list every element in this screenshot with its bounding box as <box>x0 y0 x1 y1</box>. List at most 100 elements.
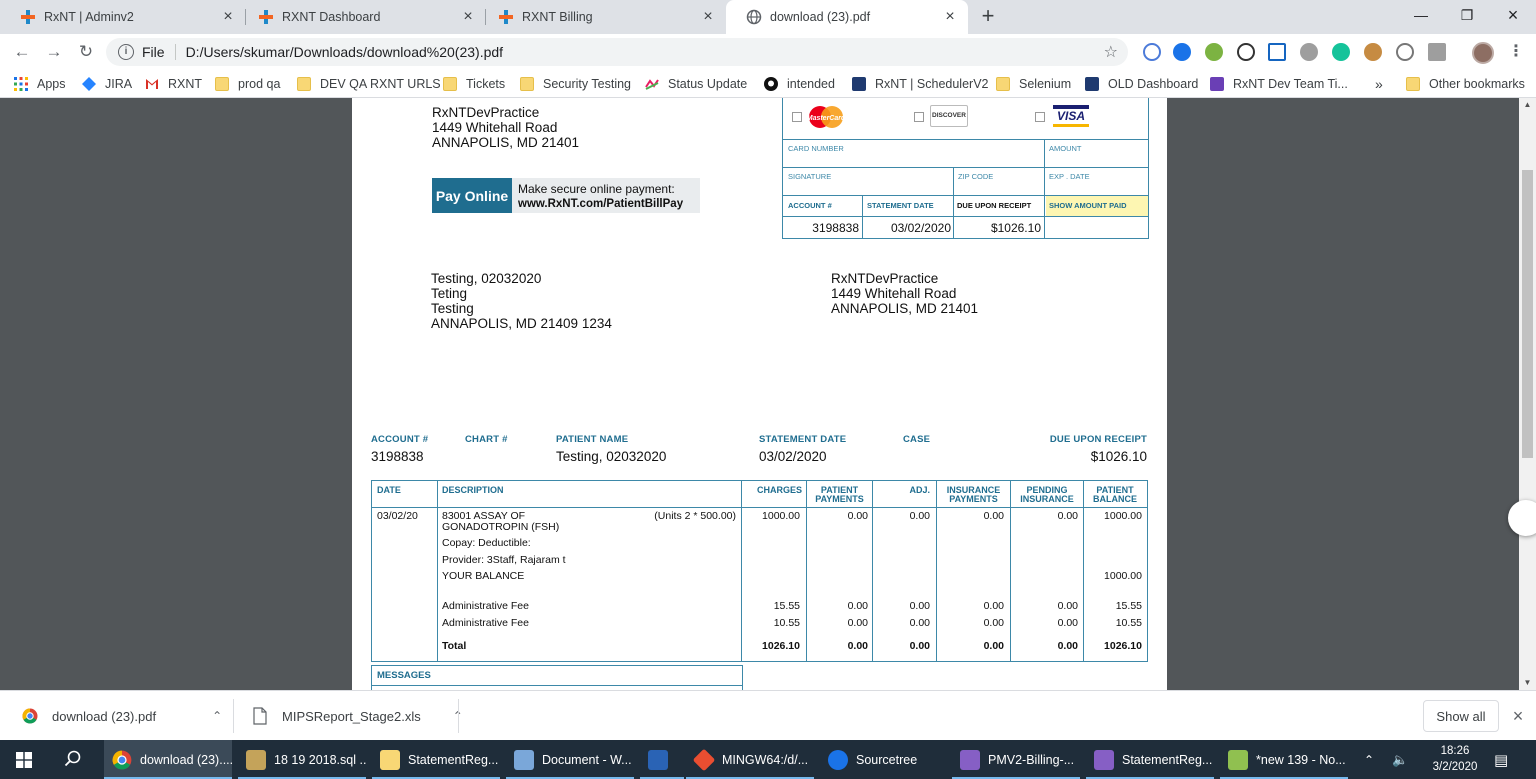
bookmark-intended[interactable]: intended <box>764 76 835 92</box>
android-extension-icon[interactable] <box>1205 43 1223 61</box>
bookmark-star-icon[interactable]: ☆ <box>1104 42 1118 62</box>
tab-adminv2[interactable]: RxNT | Adminv2 × <box>0 0 246 34</box>
bookmark-security-testing[interactable]: Security Testing <box>520 76 631 92</box>
windows-start-icon[interactable] <box>16 752 32 768</box>
bookmarks-overflow-chevron-icon[interactable]: » <box>1375 76 1383 92</box>
close-shelf-icon[interactable]: × <box>1508 706 1528 726</box>
pay-online-label: Pay Online <box>432 178 512 213</box>
visual-studio-icon <box>1094 749 1114 770</box>
taskbar-mingw[interactable]: MINGW64:/d/... <box>686 740 814 779</box>
patient-address: Testing, 02032020 Teting Testing ANNAPOL… <box>431 271 612 331</box>
bookmarks-bar: Apps JIRA RXNT prod qa DEV QA RXNT URLS … <box>0 70 1536 98</box>
taskbar-clock[interactable]: 18:26 3/2/2020 <box>1422 743 1488 775</box>
search-icon[interactable] <box>64 750 82 768</box>
mastercard-logo-icon: MasterCard <box>807 106 846 128</box>
taskbar-vs-pmv2[interactable]: PMV2-Billing-... <box>952 740 1080 779</box>
folder-icon <box>520 77 534 91</box>
back-arrow-icon[interactable]: ← <box>10 40 34 64</box>
info-icon[interactable]: i <box>118 44 134 60</box>
taskbar-chrome[interactable]: download (23).... <box>104 740 232 779</box>
mastercard-checkbox[interactable] <box>792 112 802 122</box>
bookmark-dev-team[interactable]: RxNT Dev Team Ti... <box>1210 76 1348 92</box>
folder-icon <box>215 77 229 91</box>
download-item-pdf[interactable]: download (23).pdf ⌃ <box>22 691 222 741</box>
pay-online-url: www.RxNT.com/PatientBillPay <box>518 198 684 210</box>
checkbox-extension-icon[interactable] <box>1268 43 1286 61</box>
windows-taskbar: download (23).... 18 19 2018.sql ... Sta… <box>0 740 1536 779</box>
taskbar-sql[interactable]: 18 19 2018.sql ... <box>238 740 366 779</box>
bookmark-jira[interactable]: JIRA <box>82 76 132 92</box>
taskbar-powershell[interactable] <box>640 740 684 779</box>
taskbar-vs-statementreg[interactable]: StatementReg... <box>1086 740 1214 779</box>
forward-arrow-icon[interactable]: → <box>42 40 66 64</box>
ledger-table: DATE DESCRIPTION CHARGES PATIENT PAYMENTS… <box>371 480 1148 662</box>
taskbar-statementreg-folder[interactable]: StatementReg... <box>372 740 500 779</box>
visa-checkbox[interactable] <box>1035 112 1045 122</box>
download-item-xls[interactable]: MIPSReport_Stage2.xls ⌃ <box>252 691 463 741</box>
summary-patient-name: Testing, 02032020 <box>556 449 667 464</box>
menu-kebab-icon[interactable]: ⋮ <box>1508 42 1524 62</box>
profile-avatar[interactable] <box>1472 42 1494 64</box>
taskbar-word-document[interactable]: Document - W... <box>506 740 634 779</box>
stub-account-number: 3198838 <box>812 221 859 235</box>
tab-pdf[interactable]: download (23).pdf × <box>726 0 968 34</box>
chrome-icon <box>112 750 132 769</box>
address-bar[interactable]: i File D:/Users/skumar/Downloads/downloa… <box>106 38 1128 66</box>
extension-icon[interactable] <box>1237 43 1255 61</box>
grammarly-icon[interactable] <box>1332 43 1350 61</box>
summary-account-number: 3198838 <box>371 449 424 464</box>
bookmark-prod-qa[interactable]: prod qa <box>215 76 280 92</box>
close-icon[interactable]: × <box>460 9 476 25</box>
list-icon <box>1210 77 1224 91</box>
minimize-icon[interactable]: — <box>1398 0 1444 30</box>
bookmark-rxnt[interactable]: RXNT <box>145 76 202 92</box>
globe-icon <box>746 9 762 25</box>
new-tab-button[interactable]: + <box>976 5 1000 29</box>
scroll-up-icon[interactable]: ▲ <box>1519 98 1536 112</box>
extension-icon[interactable] <box>1396 43 1414 61</box>
pdf-zoom-fab[interactable] <box>1508 500 1536 536</box>
tab-dashboard[interactable]: RXNT Dashboard × <box>238 0 486 34</box>
close-icon[interactable]: × <box>220 9 236 25</box>
url-text[interactable]: D:/Users/skumar/Downloads/download%20(23… <box>186 44 1104 60</box>
taskbar-sourcetree[interactable]: Sourcetree <box>820 740 948 779</box>
discover-checkbox[interactable] <box>914 112 924 122</box>
notification-icon[interactable]: ▤ <box>1494 740 1508 779</box>
taskbar-notepadpp[interactable]: *new 139 - No... <box>1220 740 1348 779</box>
ledger-total-label: Total <box>442 640 467 652</box>
bookmark-scheduler[interactable]: RxNT | SchedulerV2 <box>852 76 988 92</box>
pdf-page: RxNTDevPractice 1449 Whitehall Road ANNA… <box>352 98 1167 690</box>
extension-icon[interactable] <box>1143 43 1161 61</box>
pdf-viewer[interactable]: RxNTDevPractice 1449 Whitehall Road ANNA… <box>0 98 1536 690</box>
bookmark-tickets[interactable]: Tickets <box>443 76 505 92</box>
status-update-icon <box>645 79 659 90</box>
scroll-thumb[interactable] <box>1522 170 1533 458</box>
git-icon <box>692 748 716 771</box>
extension-icon[interactable] <box>1300 43 1318 61</box>
show-all-button[interactable]: Show all <box>1423 700 1499 732</box>
volume-icon[interactable]: 🔈 <box>1392 740 1408 779</box>
restore-icon[interactable]: ❐ <box>1444 0 1490 30</box>
rxnt-logo-icon <box>1085 77 1099 91</box>
bookmark-other[interactable]: Other bookmarks <box>1406 76 1525 92</box>
tray-chevron-up-icon[interactable]: ⌃ <box>1364 740 1374 779</box>
play-extension-icon[interactable] <box>1173 43 1191 61</box>
cookie-icon[interactable] <box>1364 43 1382 61</box>
summary-statement-date: 03/02/2020 <box>759 449 827 464</box>
reload-icon[interactable]: ↻ <box>74 40 98 64</box>
bookmark-old-dashboard[interactable]: OLD Dashboard <box>1085 76 1198 92</box>
bookmark-status-update[interactable]: Status Update <box>645 76 747 92</box>
chevron-up-icon[interactable]: ⌃ <box>212 709 222 723</box>
window-close-icon[interactable]: × <box>1490 0 1536 30</box>
tab-billing[interactable]: RXNT Billing × <box>478 0 726 34</box>
bookmark-selenium[interactable]: Selenium <box>996 76 1071 92</box>
close-icon[interactable]: × <box>942 9 958 25</box>
close-icon[interactable]: × <box>700 9 716 25</box>
uipath-icon[interactable] <box>1428 43 1446 61</box>
scroll-down-icon[interactable]: ▼ <box>1519 676 1536 690</box>
bookmark-apps[interactable]: Apps <box>14 76 66 92</box>
folder-icon <box>1406 77 1420 91</box>
stub-amount-due: $1026.10 <box>990 221 1041 235</box>
viewer-scrollbar[interactable]: ▲ ▼ <box>1519 98 1536 690</box>
bookmark-dev-qa-urls[interactable]: DEV QA RXNT URLS <box>297 76 441 92</box>
